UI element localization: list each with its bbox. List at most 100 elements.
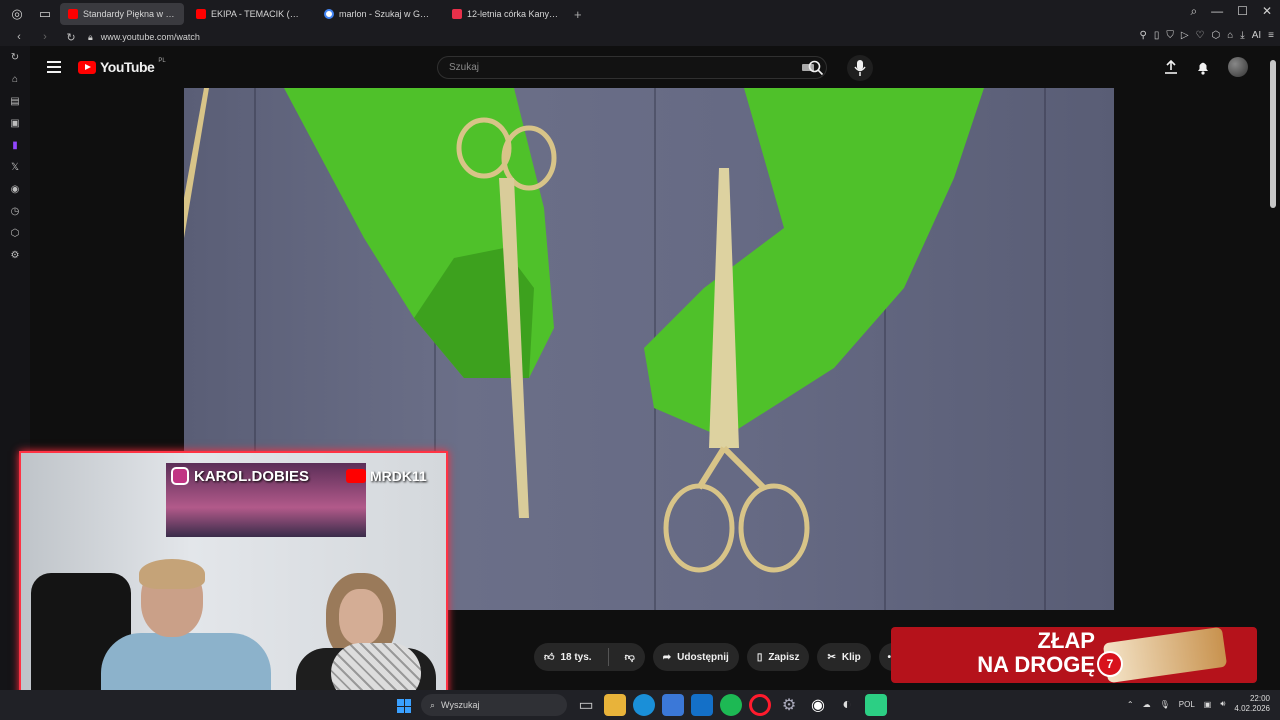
youtube-logo[interactable]: YouTube PL [78,58,166,75]
spotify-icon[interactable] [720,694,742,716]
voice-search-button[interactable] [847,55,873,81]
taskbar-apps: ▭ ⚙ ◉ ◐ [575,694,887,716]
more-icon[interactable]: ≡ [1268,30,1274,41]
tab-label: EKIPA - TEMACIK (Friz, W… [211,9,304,19]
browser-tab-bar: ◎ ▭ Standardy Piękna w 2… EKIPA - TEMACI… [0,0,1280,28]
brand-logo: 7 [1097,651,1123,677]
tab-label: 12-letnia córka Kanye We… [467,9,560,19]
tab[interactable]: EKIPA - TEMACIK (Friz, W… [188,3,312,25]
search-tabs-icon[interactable]: ⌕ [1190,4,1197,19]
logitech-icon[interactable]: ◐ [836,694,858,716]
new-tab-icon[interactable]: + [574,7,582,22]
shield-icon[interactable]: ⛉ [1166,30,1174,41]
history-icon[interactable]: ↻ [0,46,30,68]
thumbs-down-icon: 👎︎ [624,652,635,663]
like-count: 18 tys. [560,651,592,663]
bell-icon[interactable] [1196,60,1210,75]
instagram-handle: KAROL.DOBIES [171,467,309,485]
dislike-button[interactable]: 👎︎ [615,643,645,671]
settings-icon[interactable]: ⚙ [778,694,800,716]
toolbar-extensions: ⚲ ▯ ⛉ ▷ ♡ ⬡ ⌂ ⤓ AI ≡ [1139,30,1274,41]
mic-icon[interactable]: 🎙︎ [1160,700,1170,709]
bookmark-icon: ▯ [756,651,763,663]
reload-icon[interactable]: ↻ [64,31,78,44]
tab-manager-icon[interactable]: ▭ [34,3,56,25]
file-explorer-icon[interactable] [604,694,626,716]
heart-icon[interactable]: ♡ [1196,30,1205,41]
cloud-icon[interactable]: ☁ [1143,700,1151,709]
download-icon[interactable]: ⤓ [1240,30,1244,41]
extensions-icon[interactable]: ⬡ [0,222,30,244]
close-icon[interactable]: ✕ [1262,4,1272,19]
logo-text: YouTube [100,59,155,75]
save-label: Zapisz [768,651,800,663]
menu-icon[interactable] [47,61,61,73]
forward-icon[interactable]: › [38,31,52,43]
pin-icon[interactable]: ⚲ [1139,30,1146,41]
player-icon[interactable]: ◉ [0,178,30,200]
volume-icon[interactable]: 🔊︎ [1220,699,1225,709]
youtube-header: YouTube PL Szukaj [30,46,1280,88]
clock[interactable]: 22:00 4.02.2026 [1234,694,1270,714]
tab-label: Standardy Piękna w 2… [83,9,176,19]
taskbar-search[interactable]: ⌕ Wyszukaj [421,694,567,716]
play-icon[interactable]: ▷ [1181,30,1189,41]
search-icon: ⌕ [430,699,436,710]
windows-start-icon[interactable] [397,699,411,713]
lock-icon: 🔒︎ [88,31,93,42]
avatar[interactable] [1228,57,1248,77]
share-button[interactable]: ➦ Udostępnij [652,643,739,671]
store-icon[interactable] [662,694,684,716]
streamer-webcam-overlay: KAROL.DOBIES MRDK11 [19,451,448,698]
clock-icon[interactable]: ◷ [0,200,30,222]
tab[interactable]: marlon - Szukaj w Google [316,3,440,25]
chevron-up-icon[interactable]: ⌃ [1127,700,1134,709]
country-code: PL [158,58,166,64]
ad-banner[interactable]: ZŁAP NA DROGĘ 7 [891,627,1257,683]
settings-icon[interactable]: ⚙ [0,244,30,266]
obs-icon[interactable]: ◉ [807,694,829,716]
ai-button[interactable]: AI [1252,30,1261,41]
x-icon[interactable]: 𝕏 [0,156,30,178]
thumbs-up-icon: 👍︎ [544,652,555,663]
search-input[interactable]: Szukaj [449,62,802,73]
youtube-icon [346,469,366,483]
tab-active[interactable]: Standardy Piękna w 2… [60,3,184,25]
extensions-icon[interactable]: ⬡ [1212,30,1221,41]
wallet-icon[interactable]: ⌂ [1227,30,1233,41]
search-button[interactable] [798,57,834,78]
bag-icon[interactable]: ⌂ [0,68,30,90]
minimize-icon[interactable]: — [1211,4,1223,19]
bookmark-icon[interactable]: ▯ [1154,30,1160,41]
browser-menu-icon[interactable]: ◎ [6,3,28,25]
clip-label: Klip [841,651,861,663]
opera-icon[interactable] [749,694,771,716]
twitch-icon[interactable]: ▮ [0,134,30,156]
streamer-person [101,559,271,696]
back-icon[interactable]: ‹ [12,31,26,43]
task-view-icon[interactable]: ▭ [575,694,597,716]
url-field[interactable]: 🔒︎ www.youtube.com/watch [88,32,200,43]
url-text: www.youtube.com/watch [100,32,200,42]
messenger-icon[interactable]: ▣ [0,112,30,134]
like-button[interactable]: 👍︎ 18 tys. [534,643,602,671]
edge-icon[interactable] [633,694,655,716]
celebrity-site-icon [452,9,462,19]
outlook-icon[interactable] [691,694,713,716]
language-indicator[interactable]: POL [1179,700,1195,709]
maximize-icon[interactable]: ☐ [1237,4,1248,19]
clock-time: 22:00 [1249,694,1270,703]
chat-app-icon[interactable] [865,694,887,716]
share-label: Udostępnij [677,651,729,663]
wallet-icon[interactable]: ▤ [0,90,30,112]
instagram-handle-text: KAROL.DOBIES [194,467,310,485]
upload-icon[interactable] [1164,60,1178,74]
tab[interactable]: 12-letnia córka Kanye We… [444,3,568,25]
search-box[interactable]: Szukaj [437,56,827,79]
network-icon[interactable]: ▣ [1204,700,1212,709]
header-actions [1164,57,1248,77]
page-scrollbar[interactable] [1270,60,1276,208]
save-button[interactable]: ▯ Zapisz [746,643,810,671]
clip-button[interactable]: ✂ Klip [817,643,871,671]
google-icon [324,9,334,19]
